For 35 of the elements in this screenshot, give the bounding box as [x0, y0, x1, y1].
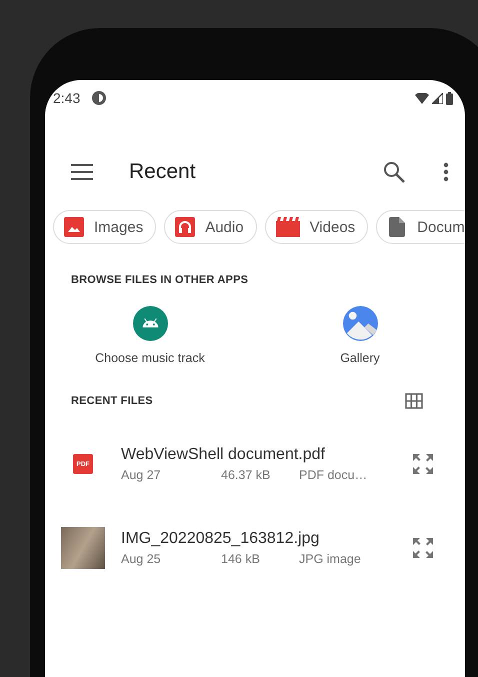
- section-heading: RECENT FILES: [70, 395, 153, 407]
- file-date: Aug 27: [121, 468, 162, 482]
- file-type: PDF docu…: [299, 468, 368, 482]
- file-size: 46.37 kB: [221, 468, 272, 482]
- photo-placeholder: [61, 527, 105, 569]
- app-label[interactable]: Choose music track: [95, 351, 205, 365]
- filter-chip[interactable]: Videos: [264, 210, 368, 244]
- notification-icon: [92, 91, 106, 105]
- file-type: JPG image: [299, 552, 362, 566]
- expand-icon[interactable]: [411, 452, 435, 476]
- battery-icon: [446, 92, 453, 104]
- image-icon: [64, 217, 84, 237]
- clapperboard-icon: [276, 217, 300, 237]
- file-size: 146 kB: [221, 552, 261, 566]
- status-time: 2:43: [53, 90, 80, 106]
- filter-chip[interactable]: Images: [53, 210, 156, 244]
- menu-icon[interactable]: [71, 164, 93, 180]
- mountain-photo-icon: [342, 306, 378, 341]
- app-label[interactable]: Gallery: [340, 351, 380, 365]
- signal-icon: [432, 92, 443, 104]
- filter-chip[interactable]: Audio: [164, 210, 257, 244]
- filter-chip[interactable]: Docum: [376, 210, 465, 244]
- file-name[interactable]: IMG_20220825_163812.jpg: [121, 530, 411, 548]
- android-icon: [132, 306, 168, 341]
- search-icon[interactable]: [383, 161, 405, 183]
- more-options-icon[interactable]: [443, 162, 449, 182]
- document-icon: [387, 217, 408, 237]
- toolbar-title: Recent: [129, 160, 196, 184]
- expand-icon[interactable]: [411, 536, 435, 560]
- wifi-icon: [415, 92, 429, 104]
- section-heading: BROWSE FILES IN OTHER APPS: [70, 274, 250, 286]
- headphones-icon: [175, 217, 196, 237]
- file-date: Aug 25: [121, 552, 162, 566]
- file-name[interactable]: WebViewShell document.pdf: [121, 446, 411, 464]
- grid-view-icon[interactable]: [405, 393, 423, 409]
